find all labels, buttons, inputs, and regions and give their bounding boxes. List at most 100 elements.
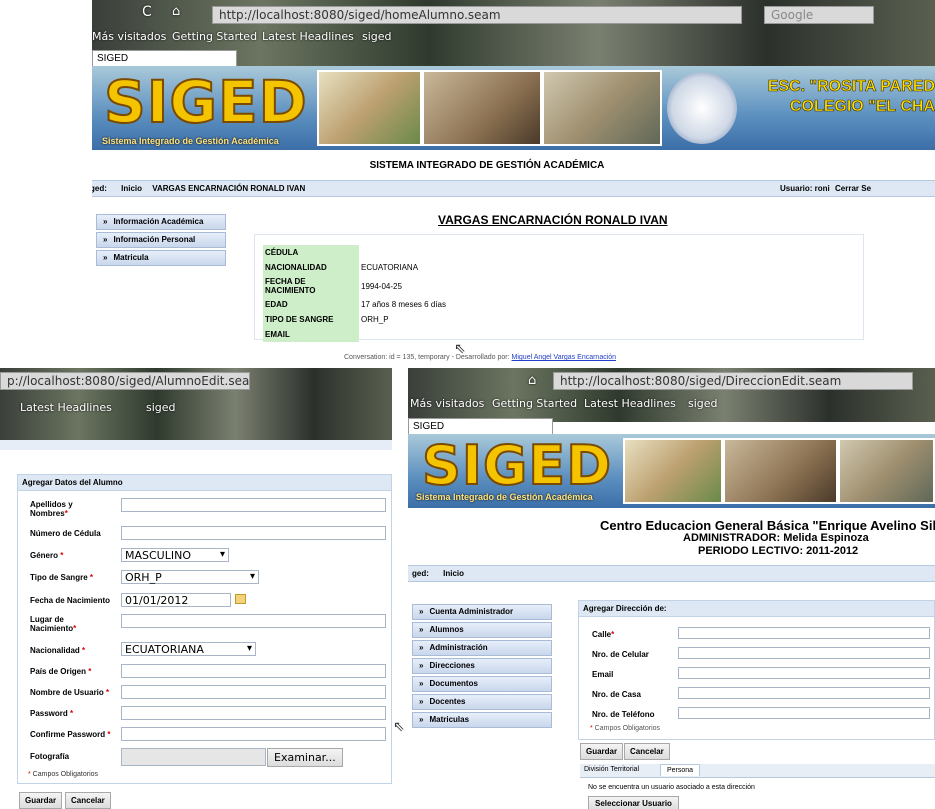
label-text: Lugar de Nacimiento [30, 615, 74, 633]
required-note-text: Campos Obligatorios [32, 771, 99, 778]
bookmark-latest-headlines[interactable]: Latest Headlines [20, 401, 112, 414]
password-input[interactable] [121, 706, 386, 720]
bookmark-getting-started[interactable]: Getting Started [172, 30, 257, 43]
home-icon[interactable]: ⌂ [172, 4, 180, 19]
label-text: Género [30, 551, 59, 560]
breadcrumb: ged: Inicio VARGAS ENCARNACIÓN RONALD IV… [92, 180, 935, 197]
menu-personal-info[interactable]: » Información Personal [96, 232, 226, 248]
calendar-icon[interactable] [235, 594, 246, 604]
required-note: * Campos Obligatorios [28, 771, 98, 778]
reload-icon[interactable]: C [142, 4, 152, 20]
cedula-input[interactable] [121, 526, 386, 540]
field-key: FECHA DE NACIMIENTO [263, 275, 359, 297]
required-note: * Campos Obligatorios [590, 725, 660, 732]
bookmark-most-visited[interactable]: Más visitados [410, 397, 484, 410]
menu-cuenta-admin[interactable]: » Cuenta Administrador [412, 604, 552, 620]
student-info-table: CÉDULA NACIONALIDAD ECUATORIANA FECHA DE … [263, 245, 448, 342]
breadcrumb-prefix: ged: [92, 184, 107, 193]
label-genero: Género * [30, 551, 63, 560]
url-bar[interactable]: http://localhost:8080/siged/homeAlumno.s… [212, 6, 742, 24]
tab-persona[interactable]: Persona [660, 764, 701, 776]
bookmark-siged[interactable]: siged [688, 397, 718, 410]
menu-label: Matricula [113, 253, 149, 262]
cancel-button[interactable]: Cancelar [624, 743, 670, 760]
field-key: EMAIL [263, 327, 359, 342]
bookmark-latest-headlines[interactable]: Latest Headlines [584, 397, 676, 410]
menu-alumnos[interactable]: » Alumnos [412, 622, 552, 638]
label-confirm-password: Confirme Password * [30, 730, 110, 739]
label-casa: Nro. de Casa [592, 690, 641, 699]
browse-button[interactable]: Examinar... [267, 748, 343, 767]
panel-title: Agregar Dirección de: [579, 601, 934, 617]
url-bar[interactable]: p://localhost:8080/siged/AlumnoEdit.seam [0, 372, 250, 390]
pais-input[interactable] [121, 664, 386, 678]
logo-subtitle: Sistema Integrado de Gestión Académica [102, 136, 279, 146]
casa-input[interactable] [678, 687, 930, 699]
nombres-input[interactable] [121, 498, 386, 512]
genero-select[interactable]: MASCULINO [121, 548, 229, 562]
celular-input[interactable] [678, 647, 930, 659]
menu-documentos[interactable]: » Documentos [412, 676, 552, 692]
telefono-input[interactable] [678, 707, 930, 719]
user-label: Usuario: roni [780, 184, 830, 193]
right-window: ⌂ http://localhost:8080/siged/DireccionE… [408, 368, 935, 809]
admin-label: ADMINISTRADOR: Melida Espinoza [683, 532, 869, 544]
student-menu: » Información Académica » Información Pers… [96, 214, 226, 268]
tab-division-territorial[interactable]: División Territorial [584, 766, 639, 773]
confirm-password-input[interactable] [121, 727, 386, 741]
required-mark: * [86, 667, 92, 676]
save-button[interactable]: Guardar [580, 743, 624, 760]
select-user-button[interactable]: Seleccionar Usuario [588, 796, 679, 809]
menu-label: Información Personal [113, 235, 196, 244]
cancel-button[interactable]: Cancelar [65, 792, 111, 809]
usuario-input[interactable] [121, 685, 386, 699]
bookmark-latest-headlines[interactable]: Latest Headlines [262, 30, 354, 43]
menu-administracion[interactable]: » Administración [412, 640, 552, 656]
fotografia-file-input[interactable] [121, 748, 266, 766]
calle-input[interactable] [678, 627, 930, 639]
siged-logo: SIGED [421, 434, 613, 498]
sangre-select[interactable]: ORH_P [121, 570, 259, 584]
siged-logo: SIGED [103, 67, 308, 137]
label-nacionalidad: Nacionalidad * [30, 646, 85, 655]
menu-docentes[interactable]: » Docentes [412, 694, 552, 710]
label-pais: País de Origen * [30, 667, 91, 676]
field-value: ORH_P [361, 315, 389, 324]
fecha-input[interactable]: 01/01/2012 [121, 593, 231, 607]
top-window: C ⌂ http://localhost:8080/siged/homeAlum… [92, 0, 935, 370]
email-input[interactable] [678, 667, 930, 679]
label-text: Confirme Password [30, 730, 106, 739]
label-sangre: Tipo de Sangre * [30, 573, 93, 582]
footer-author-link[interactable]: Miguel Angel Vargas Encarnación [512, 354, 617, 361]
required-mark: * [105, 730, 111, 739]
label-cedula: Número de Cédula [30, 529, 101, 538]
lugar-input[interactable] [121, 614, 386, 628]
field-value [359, 327, 448, 342]
bookmark-siged[interactable]: siged [362, 30, 392, 43]
url-bar[interactable]: http://localhost:8080/siged/DireccionEdi… [553, 372, 913, 390]
label-text: Password [30, 709, 68, 718]
breadcrumb-home[interactable]: Inicio [443, 569, 464, 578]
label-email: Email [592, 670, 614, 679]
panel-title: Agregar Datos del Alumno [18, 475, 391, 491]
required-mark: * [58, 551, 64, 560]
logout-link[interactable]: Cerrar Se [835, 184, 871, 193]
menu-matriculas[interactable]: » Matriculas [412, 712, 552, 728]
menu-academic-info[interactable]: » Información Académica [96, 214, 226, 230]
save-button[interactable]: Guardar [19, 792, 63, 809]
search-input[interactable]: Google [764, 6, 874, 24]
browser-tab[interactable]: SIGED [408, 418, 553, 435]
label-password: Password * [30, 709, 73, 718]
required-mark: * [611, 630, 615, 639]
bookmark-siged[interactable]: siged [146, 401, 176, 414]
breadcrumb-home[interactable]: Inicio [121, 184, 142, 193]
breadcrumb-prefix: ged: [412, 569, 429, 578]
bookmark-getting-started[interactable]: Getting Started [492, 397, 577, 410]
home-icon[interactable]: ⌂ [528, 373, 536, 388]
browser-tab[interactable]: SIGED [92, 50, 237, 67]
nacionalidad-select[interactable]: ECUATORIANA [121, 642, 256, 656]
menu-direcciones[interactable]: » Direcciones [412, 658, 552, 674]
menu-matricula[interactable]: » Matricula [96, 250, 226, 266]
bookmark-most-visited[interactable]: Más visitados [92, 30, 166, 43]
logo-subtitle: Sistema Integrado de Gestión Académica [416, 492, 593, 502]
